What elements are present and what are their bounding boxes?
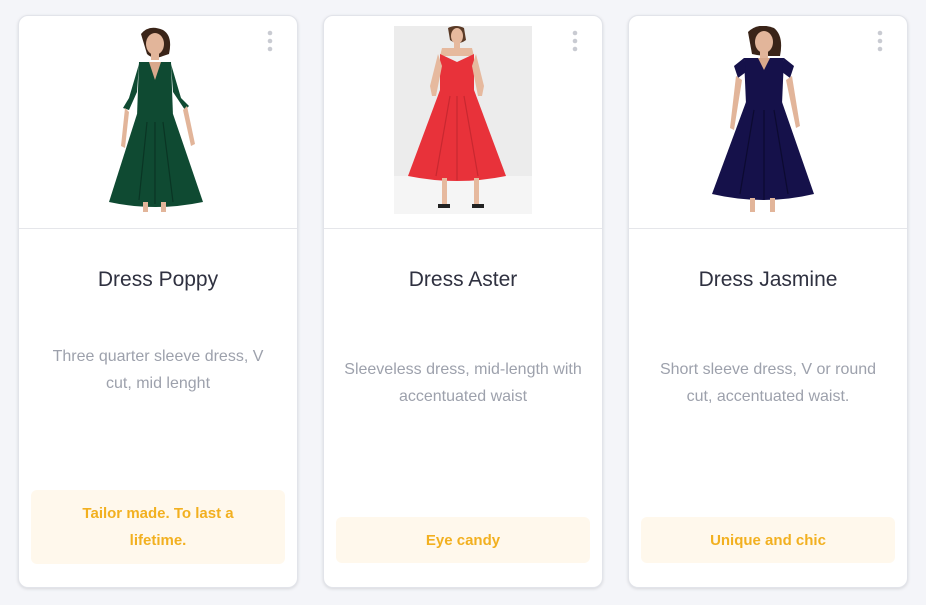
product-card-jasmine[interactable]: Dress Jasmine Short sleeve dress, V or r… (628, 15, 908, 588)
product-description: Three quarter sleeve dress, V cut, mid l… (52, 348, 264, 392)
product-photo-green-dress (109, 27, 203, 212)
product-photo-navy-dress (712, 26, 814, 212)
product-image-area (19, 16, 297, 229)
product-tag: Eye candy (336, 517, 590, 563)
product-description: Short sleeve dress, V or round cut, acce… (659, 361, 877, 405)
product-title: Dress Poppy (97, 268, 219, 291)
vertical-ellipsis-icon[interactable] (570, 30, 580, 52)
product-description: Sleeveless dress, mid-length with accent… (344, 361, 582, 405)
product-tag: Unique and chic (641, 517, 895, 563)
product-card-aster[interactable]: Dress Aster Sleeveless dress, mid-length… (323, 15, 603, 588)
product-image-area (629, 16, 907, 229)
product-title: Dress Aster (408, 268, 518, 291)
vertical-ellipsis-icon[interactable] (875, 30, 885, 52)
product-title: Dress Jasmine (698, 268, 838, 291)
product-tag: Tailor made. To last a lifetime. (31, 490, 285, 564)
product-card-poppy[interactable]: Dress Poppy Three quarter sleeve dress, … (18, 15, 298, 588)
product-photo-red-dress (394, 26, 532, 214)
vertical-ellipsis-icon[interactable] (265, 30, 275, 52)
product-image-area (324, 16, 602, 229)
